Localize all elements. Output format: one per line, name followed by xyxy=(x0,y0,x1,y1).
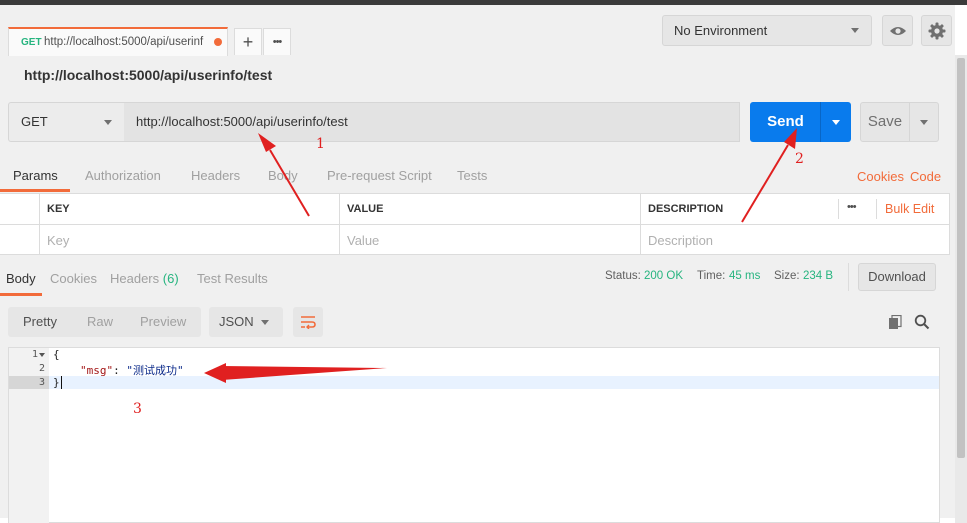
annotation-arrow-3 xyxy=(204,363,387,383)
annotation-arrow-2 xyxy=(741,128,797,223)
annotation-label-1: 1 xyxy=(316,136,325,152)
annotation-arrow-1 xyxy=(258,133,310,217)
annotation-overlay xyxy=(204,128,797,383)
annotation-label-2: 2 xyxy=(795,151,804,167)
annotation-label-3: 3 xyxy=(133,401,142,417)
